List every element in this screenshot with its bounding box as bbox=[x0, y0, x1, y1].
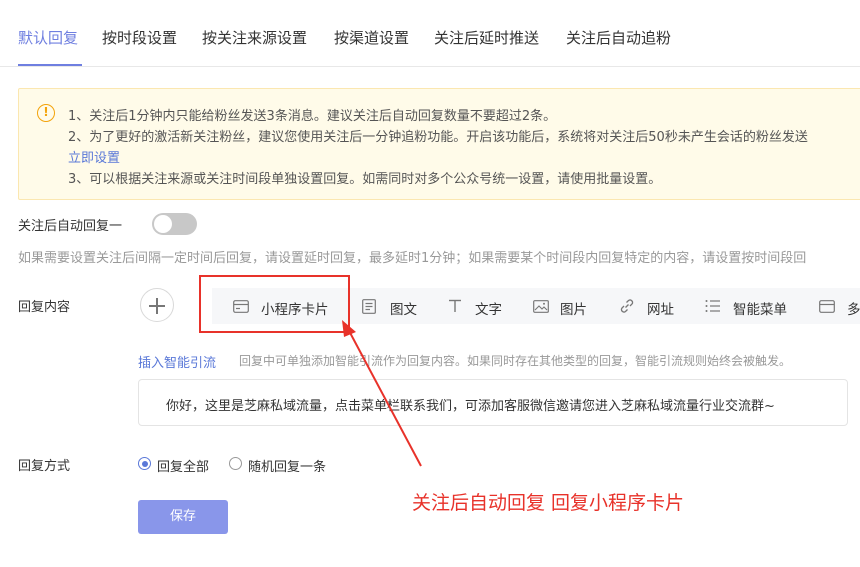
setup-now-link[interactable]: 立即设置 bbox=[68, 147, 120, 166]
radio-reply-all[interactable] bbox=[138, 457, 151, 470]
tab-auto-follow[interactable]: 关注后自动追粉 bbox=[566, 27, 671, 48]
type-multi[interactable]: 多 bbox=[847, 298, 860, 318]
toggle-knob bbox=[154, 215, 172, 233]
save-button[interactable]: 保存 bbox=[138, 500, 228, 534]
image-icon bbox=[533, 300, 549, 313]
tab-by-channel[interactable]: 按渠道设置 bbox=[334, 27, 409, 48]
notice-line-1: 1、关注后1分钟内只能给粉丝发送3条消息。建议关注后自动回复数量不要超过2条。 bbox=[68, 109, 557, 124]
insert-smart-traffic-link[interactable]: 插入智能引流 bbox=[138, 352, 216, 371]
radio-reply-random-label[interactable]: 随机回复一条 bbox=[248, 456, 326, 475]
auto-reply-hint: 如果需要设置关注后间隔一定时间后回复，请设置延时回复，最多延时1分钟；如果需要某… bbox=[18, 251, 807, 266]
add-content-button[interactable] bbox=[140, 288, 174, 322]
insert-smart-traffic-desc: 回复中可单独添加智能引流作为回复内容。如果同时存在其他类型的回复，智能引流规则始… bbox=[239, 354, 792, 368]
tab-by-source[interactable]: 按关注来源设置 bbox=[202, 27, 307, 48]
article-icon bbox=[362, 299, 376, 314]
card-icon bbox=[819, 300, 835, 313]
notice-line-2: 2、为了更好的激活新关注粉丝，建议您使用关注后一分钟追粉功能。开启该功能后，系统… bbox=[68, 130, 808, 145]
link-icon bbox=[620, 299, 634, 313]
radio-reply-random[interactable] bbox=[229, 457, 242, 470]
type-link[interactable]: 网址 bbox=[647, 298, 674, 318]
type-image[interactable]: 图片 bbox=[560, 298, 587, 318]
notice-box: ! 1、关注后1分钟内只能给粉丝发送3条消息。建议关注后自动回复数量不要超过2条… bbox=[18, 88, 860, 200]
type-article[interactable]: 图文 bbox=[390, 298, 417, 318]
type-smart-menu[interactable]: 智能菜单 bbox=[733, 298, 787, 318]
tab-bar: 默认回复 按时段设置 按关注来源设置 按渠道设置 关注后延时推送 关注后自动追粉 bbox=[0, 0, 860, 67]
active-tab-indicator bbox=[18, 64, 82, 66]
reply-message-box[interactable]: 你好，这里是芝麻私域流量，点击菜单栏联系我们，可添加客服微信邀请您进入芝麻私域流… bbox=[138, 379, 848, 426]
notice-line-3: 3、可以根据关注来源或关注时间段单独设置回复。如需同时对多个公众号统一设置，请使… bbox=[68, 172, 662, 187]
tab-delayed-push[interactable]: 关注后延时推送 bbox=[434, 27, 539, 48]
annotation-arrow bbox=[342, 320, 422, 467]
menu-icon bbox=[705, 300, 720, 312]
warning-icon: ! bbox=[37, 104, 55, 122]
reply-mode-label: 回复方式 bbox=[18, 459, 71, 474]
auto-reply-label: 关注后自动回复一 bbox=[18, 219, 123, 234]
annotation-highlight-box bbox=[199, 275, 350, 333]
auto-reply-toggle[interactable] bbox=[152, 213, 197, 235]
annotation-text: 关注后自动回复 回复小程序卡片 bbox=[412, 492, 685, 514]
reply-content-label: 回复内容 bbox=[18, 300, 71, 315]
type-text[interactable]: 文字 bbox=[475, 298, 502, 318]
reply-message-text: 你好，这里是芝麻私域流量，点击菜单栏联系我们，可添加客服微信邀请您进入芝麻私域流… bbox=[166, 399, 775, 414]
radio-reply-all-label[interactable]: 回复全部 bbox=[157, 456, 209, 475]
tab-by-time[interactable]: 按时段设置 bbox=[102, 27, 177, 48]
tab-default-reply[interactable]: 默认回复 bbox=[18, 27, 78, 48]
text-icon bbox=[449, 299, 461, 312]
